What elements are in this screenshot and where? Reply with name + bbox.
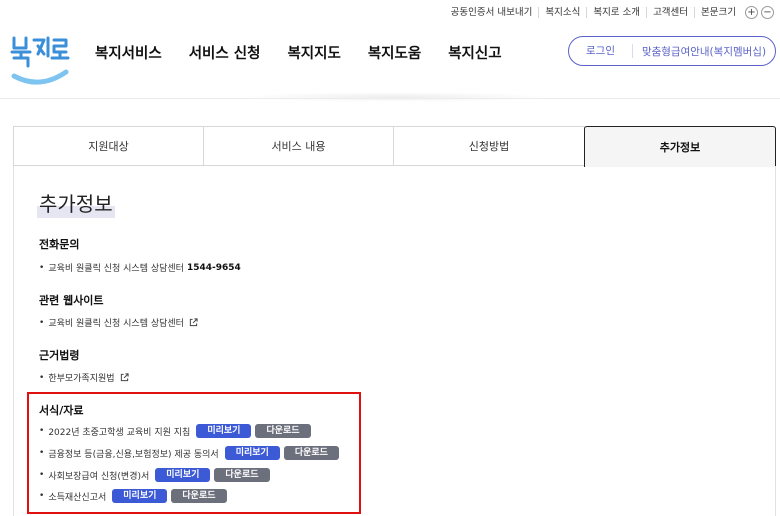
- external-link-icon: [120, 373, 129, 382]
- utility-nav: 공동인증서 내보내기 복지소식 복지로 소개 고객센터 본문크기 + −: [445, 6, 774, 19]
- nav-welfare-service[interactable]: 복지서비스: [95, 42, 162, 63]
- law-item[interactable]: • 한부모가족지원법: [39, 371, 129, 384]
- main-nav: 복지서비스 서비스 신청 복지지도 복지도움 복지신고: [95, 42, 529, 63]
- utility-link-news[interactable]: 복지소식: [538, 7, 586, 18]
- custom-benefit-button[interactable]: 맞춤형급여안내(복지멤버십): [633, 44, 775, 59]
- page-title: 추가정보: [39, 192, 113, 216]
- bullet: •: [39, 372, 45, 383]
- page-title-wrap: 추가정보: [37, 188, 115, 218]
- nav-service-apply[interactable]: 서비스 신청: [189, 42, 261, 63]
- auth-group: 로그인 맞춤형급여안내(복지멤버십): [568, 36, 776, 66]
- website-link[interactable]: 교육비 원클릭 신청 시스템 상담센터: [48, 316, 184, 329]
- bokjiro-logo-icon: [10, 36, 70, 85]
- tab-apply-method[interactable]: 신청방법: [393, 126, 585, 166]
- tab-bar: 지원대상 서비스 내용 신청방법 추가정보: [13, 126, 776, 167]
- utility-link-about[interactable]: 복지로 소개: [586, 7, 646, 18]
- phone-heading: 전화문의: [39, 238, 80, 251]
- font-size-increase-button[interactable]: +: [745, 6, 758, 19]
- font-size-label: 본문크기: [694, 7, 742, 18]
- phone-item-text: 교육비 원클릭 신청 시스템 상담센터: [48, 264, 184, 274]
- tab-eligibility[interactable]: 지원대상: [13, 126, 204, 166]
- law-heading: 근거법령: [39, 349, 80, 362]
- highlight-box: [27, 392, 361, 514]
- law-link[interactable]: 한부모가족지원법: [48, 371, 114, 384]
- external-link-icon: [189, 318, 198, 327]
- nav-welfare-help[interactable]: 복지도움: [368, 42, 421, 63]
- header-divider: [0, 98, 780, 99]
- nav-welfare-map[interactable]: 복지지도: [287, 42, 340, 63]
- site-logo[interactable]: [8, 30, 72, 90]
- website-item[interactable]: • 교육비 원클릭 신청 시스템 상담센터: [39, 316, 198, 329]
- phone-number: 1544-9654: [186, 262, 241, 273]
- utility-link-customer-center[interactable]: 고객센터: [646, 7, 694, 18]
- header-shadow: [240, 92, 550, 102]
- bullet: •: [39, 317, 45, 328]
- nav-welfare-report[interactable]: 복지신고: [448, 42, 501, 63]
- utility-link-cert-export[interactable]: 공동인증서 내보내기: [445, 7, 539, 18]
- font-size-decrease-button[interactable]: −: [761, 6, 774, 19]
- tab-service-content[interactable]: 서비스 내용: [203, 126, 394, 166]
- login-button[interactable]: 로그인: [569, 44, 633, 58]
- website-heading: 관련 웹사이트: [39, 294, 104, 307]
- phone-item: • 교육비 원클릭 신청 시스템 상담센터 1544-9654: [39, 261, 241, 275]
- tab-additional-info[interactable]: 추가정보: [584, 126, 776, 167]
- bullet: •: [39, 262, 45, 273]
